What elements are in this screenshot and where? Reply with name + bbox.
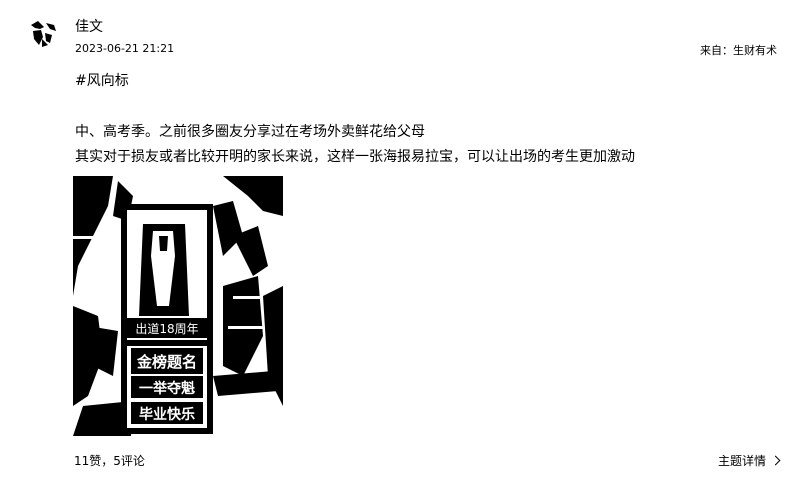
poster-line-a: 金榜题名 bbox=[136, 353, 197, 371]
post-text-line: 中、高考季。之前很多圈友分享过在考场外卖鲜花给父母 bbox=[75, 124, 425, 140]
post-image[interactable]: 出道18周年 金榜题名 一举夺魁 毕业快乐 bbox=[73, 176, 283, 436]
engagement-stats: 11赞，5评论 bbox=[74, 454, 145, 468]
poster-line-c: 毕业快乐 bbox=[139, 406, 195, 423]
avatar[interactable] bbox=[28, 17, 60, 49]
poster-line-b: 一举夺魁 bbox=[139, 380, 195, 397]
post-tag[interactable]: #风向标 bbox=[75, 70, 129, 90]
post-timestamp: 2023-06-21 21:21 bbox=[75, 42, 175, 55]
post-source: 来自：生财有术 bbox=[700, 44, 777, 57]
poster-anniversary-text: 出道18周年 bbox=[135, 322, 198, 336]
topic-detail-label: 主题详情 bbox=[717, 454, 766, 468]
post-text-line: 其实对于损友或者比较开明的家长来说，这样一张海报易拉宝，可以让出场的考生更加激动 bbox=[75, 149, 635, 165]
topic-detail-link[interactable]: 主题详情 bbox=[717, 452, 781, 469]
avatar-icon bbox=[28, 17, 60, 49]
author-name[interactable]: 佳文 bbox=[75, 16, 103, 36]
chevron-right-icon bbox=[770, 455, 781, 466]
poster-photo-icon: 出道18周年 金榜题名 一举夺魁 毕业快乐 bbox=[73, 176, 283, 436]
